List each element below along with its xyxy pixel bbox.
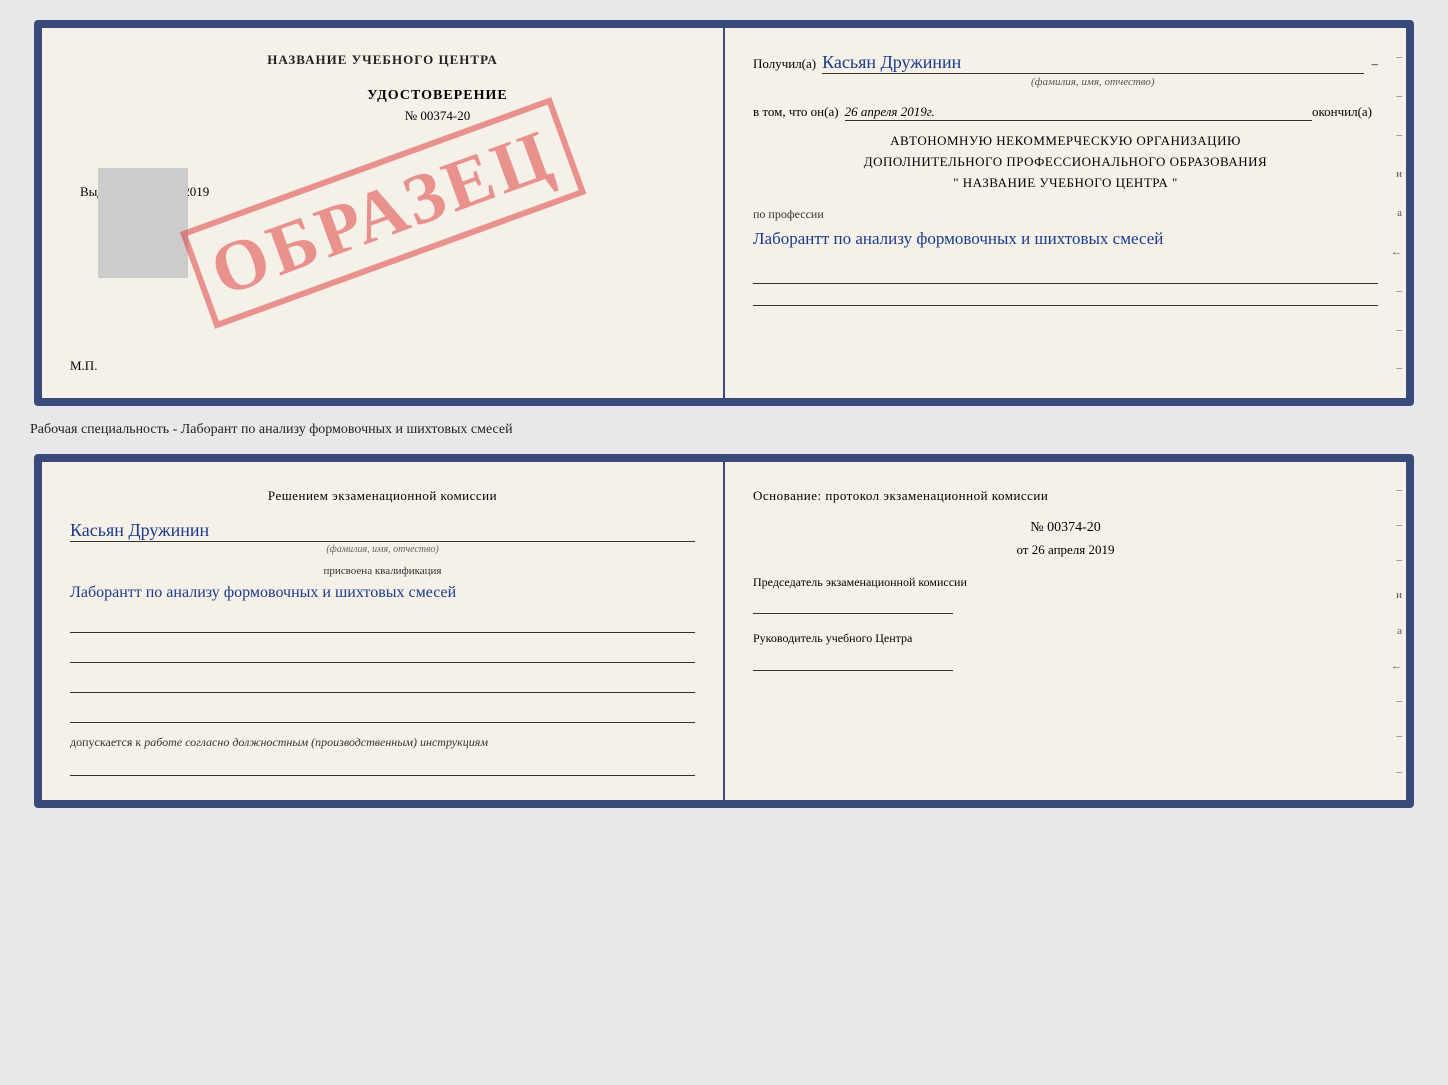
- cert-number: № 00374-20: [180, 108, 695, 124]
- name-subtext: (фамилия, имя, отчество): [822, 76, 1363, 88]
- rukovoditel-block: Руководитель учебного Центра: [753, 630, 1378, 671]
- protocol-number: № 00374-20: [753, 520, 1378, 536]
- prisvoena-label: присвоена квалификация: [70, 565, 695, 577]
- rukovoditel-sig-line: [753, 653, 953, 671]
- poluchil-label: Получил(а): [753, 56, 816, 72]
- recipient-name: Касьян Дружинин: [822, 52, 1363, 74]
- commission-name-subtext: (фамилия, имя, отчество): [70, 544, 695, 555]
- profession-block: по профессии Лаборантт по анализу формов…: [753, 207, 1378, 252]
- qualification-handwritten: Лаборантт по анализу формовочных и шихто…: [70, 581, 695, 605]
- bottom-commission-card: Решением экзаменационной комиссии Касьян…: [34, 454, 1414, 808]
- bottom-line-2: [70, 645, 695, 663]
- commission-title: Решением экзаменационной комиссии: [70, 486, 695, 506]
- cert-left-panel: НАЗВАНИЕ УЧЕБНОГО ЦЕНТРА УДОСТОВЕРЕНИЕ №…: [42, 28, 725, 398]
- vtom-label: в том, что он(а): [753, 104, 839, 120]
- osnov-label: Основание: протокол экзаменационной коми…: [753, 486, 1378, 506]
- vtom-date: 26 апреля 2019г.: [845, 104, 1312, 121]
- cert-udostoverenie-label: УДОСТОВЕРЕНИЕ: [180, 88, 695, 104]
- okonchil-label: окончил(а): [1312, 104, 1372, 120]
- recipient-line: Получил(а) Касьян Дружинин (фамилия, имя…: [753, 52, 1378, 88]
- profession-label: по профессии: [753, 207, 1378, 222]
- bottom-line-5: [70, 758, 695, 776]
- commission-left-panel: Решением экзаменационной комиссии Касьян…: [42, 462, 725, 800]
- org-line1: АВТОНОМНУЮ НЕКОММЕРЧЕСКУЮ ОРГАНИЗАЦИЮ: [753, 131, 1378, 152]
- dopuskaetsya-block: допускается к работе согласно должностны…: [70, 735, 695, 750]
- top-certificate-card: НАЗВАНИЕ УЧЕБНОГО ЦЕНТРА УДОСТОВЕРЕНИЕ №…: [34, 20, 1414, 406]
- cert-mp: М.П.: [70, 358, 695, 374]
- cert-photo-placeholder: [98, 168, 188, 278]
- protocol-date-value: 26 апреля 2019: [1032, 542, 1115, 557]
- chairman-block: Председатель экзаменационной комиссии: [753, 574, 1378, 615]
- bottom-extra-lines: [70, 615, 695, 723]
- osnov-block: Основание: протокол экзаменационной коми…: [753, 486, 1378, 671]
- edge-marks-right: – – – и а ← – – –: [1376, 28, 1406, 398]
- dopuskaetsya-label: допускается к: [70, 735, 141, 749]
- cert-right-panel: Получил(а) Касьян Дружинин (фамилия, имя…: [725, 28, 1406, 398]
- cert-school-title: НАЗВАНИЕ УЧЕБНОГО ЦЕНТРА: [70, 52, 695, 68]
- right-extra-lines: [753, 266, 1378, 306]
- right-line-1: [753, 266, 1378, 284]
- org-line3: " НАЗВАНИЕ УЧЕБНОГО ЦЕНТРА ": [753, 173, 1378, 194]
- bottom-line-3: [70, 675, 695, 693]
- protocol-date: от 26 апреля 2019: [753, 542, 1378, 558]
- specialty-text: Рабочая специальность - Лаборант по анал…: [20, 422, 513, 438]
- bottom-line-4: [70, 705, 695, 723]
- protocol-date-prefix: от: [1016, 542, 1028, 557]
- profession-handwritten: Лаборантт по анализу формовочных и шихто…: [753, 226, 1378, 252]
- commission-name: Касьян Дружинин: [70, 520, 209, 540]
- vtom-line: в том, что он(а) 26 апреля 2019г. окончи…: [753, 104, 1378, 121]
- commission-name-line: Касьян Дружинин: [70, 520, 695, 542]
- chairman-sig-line: [753, 596, 953, 614]
- org-line2: ДОПОЛНИТЕЛЬНОГО ПРОФЕССИОНАЛЬНОГО ОБРАЗО…: [753, 152, 1378, 173]
- right-line-2: [753, 288, 1378, 306]
- bottom-edge-marks: – – – и а ← – – –: [1376, 462, 1406, 800]
- dopuskaetsya-text: работе согласно должностным (производств…: [144, 735, 488, 749]
- bottom-line-1: [70, 615, 695, 633]
- rukovoditel-title: Руководитель учебного Центра: [753, 630, 1378, 647]
- org-name-block: АВТОНОМНУЮ НЕКОММЕРЧЕСКУЮ ОРГАНИЗАЦИЮ ДО…: [753, 131, 1378, 193]
- cert-center: УДОСТОВЕРЕНИЕ № 00374-20: [180, 88, 695, 124]
- commission-right-panel: Основание: протокол экзаменационной коми…: [725, 462, 1406, 800]
- chairman-title: Председатель экзаменационной комиссии: [753, 574, 1378, 591]
